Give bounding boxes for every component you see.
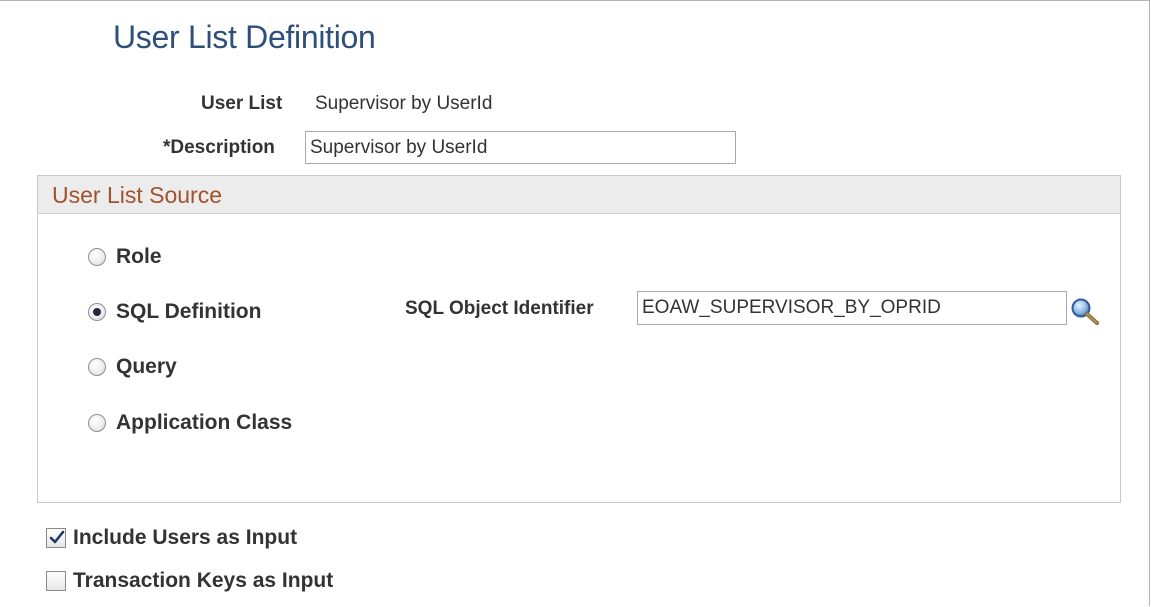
transaction-keys-checkbox[interactable] <box>46 571 66 591</box>
description-label: *Description <box>163 137 275 158</box>
radio-button[interactable] <box>88 248 106 266</box>
magnifier-icon[interactable] <box>1070 297 1100 325</box>
include-users-label: Include Users as Input <box>73 526 298 549</box>
radio-label-application-class: Application Class <box>116 411 293 434</box>
user-list-source-group: User List Source <box>37 175 1121 503</box>
radio-label-query: Query <box>116 355 177 378</box>
transaction-keys-label: Transaction Keys as Input <box>73 569 334 592</box>
include-users-checkbox[interactable] <box>46 528 66 548</box>
sql-object-identifier-input[interactable] <box>637 291 1067 325</box>
include-users-checkbox-row[interactable]: Include Users as Input <box>46 526 297 550</box>
radio-sql-definition[interactable]: SQL Definition <box>88 300 261 324</box>
description-input[interactable] <box>305 131 736 164</box>
radio-button[interactable] <box>88 414 106 432</box>
transaction-keys-checkbox-row[interactable]: Transaction Keys as Input <box>46 569 333 593</box>
sql-object-identifier-label: SQL Object Identifier <box>405 298 594 319</box>
page-title: User List Definition <box>113 19 376 55</box>
radio-query[interactable]: Query <box>88 355 177 379</box>
radio-application-class[interactable]: Application Class <box>88 411 292 435</box>
checkmark-icon <box>49 530 65 544</box>
radio-role[interactable]: Role <box>88 245 162 269</box>
radio-button-selected[interactable] <box>88 303 106 321</box>
user-list-label: User List <box>201 93 283 114</box>
group-title: User List Source <box>52 182 223 208</box>
user-list-value: Supervisor by UserId <box>315 93 493 114</box>
group-header: User List Source <box>38 176 1120 214</box>
radio-button[interactable] <box>88 358 106 376</box>
radio-label-role: Role <box>116 245 162 268</box>
radio-label-sql-definition: SQL Definition <box>116 300 262 323</box>
